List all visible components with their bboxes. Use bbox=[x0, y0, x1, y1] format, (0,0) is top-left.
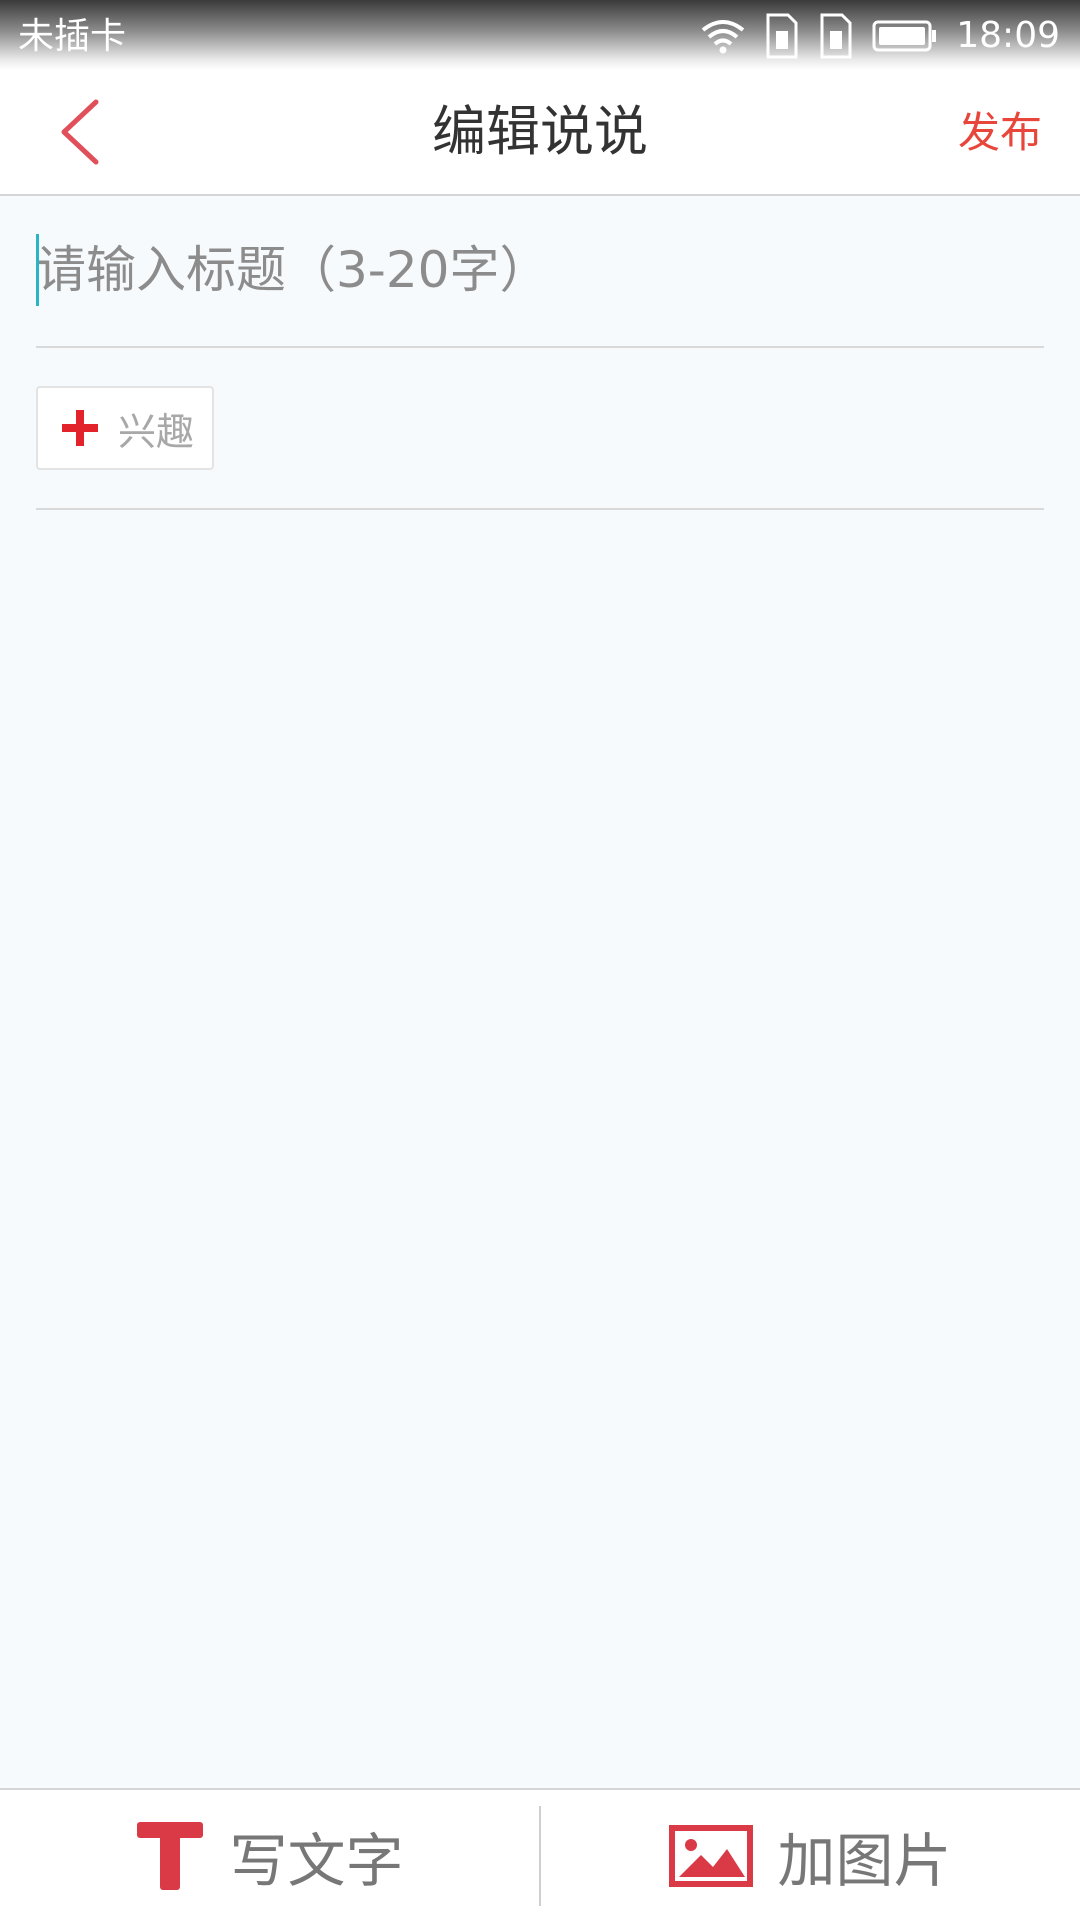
interest-row: 兴趣 bbox=[36, 346, 1044, 510]
content-area[interactable] bbox=[0, 510, 1080, 1788]
image-icon bbox=[669, 1825, 754, 1887]
screen: 未插卡 18:09 编辑说说 发布 请输入标题（3-20字） 兴趣 写文字 加图… bbox=[0, 0, 1080, 1920]
page-title: 编辑说说 bbox=[432, 100, 648, 163]
clock: 18:09 bbox=[956, 15, 1060, 56]
carrier-label: 未插卡 bbox=[18, 16, 127, 57]
title-field bbox=[36, 196, 1044, 348]
plus-icon bbox=[60, 408, 100, 448]
text-t-icon bbox=[135, 1820, 205, 1892]
write-text-label: 写文字 bbox=[229, 1827, 404, 1895]
interest-label: 兴趣 bbox=[118, 409, 195, 454]
status-icons: 18:09 bbox=[700, 10, 1060, 62]
bottom-toolbar: 写文字 加图片 bbox=[0, 1788, 1080, 1920]
add-image-label: 加图片 bbox=[777, 1827, 952, 1895]
text-cursor bbox=[36, 234, 39, 306]
header-bar: 编辑说说 发布 bbox=[0, 70, 1080, 196]
battery-icon bbox=[872, 19, 938, 53]
sim2-icon bbox=[818, 13, 854, 59]
title-input[interactable] bbox=[36, 226, 1036, 314]
add-image-button[interactable]: 加图片 bbox=[541, 1790, 1080, 1920]
publish-button[interactable]: 发布 bbox=[958, 98, 1042, 168]
status-bar: 未插卡 18:09 bbox=[0, 0, 1080, 70]
sim1-icon bbox=[764, 13, 800, 59]
write-text-button[interactable]: 写文字 bbox=[0, 1790, 539, 1920]
back-button[interactable] bbox=[40, 92, 120, 172]
wifi-icon bbox=[700, 18, 746, 54]
chevron-left-icon bbox=[61, 99, 99, 165]
add-interest-button[interactable]: 兴趣 bbox=[36, 386, 214, 470]
